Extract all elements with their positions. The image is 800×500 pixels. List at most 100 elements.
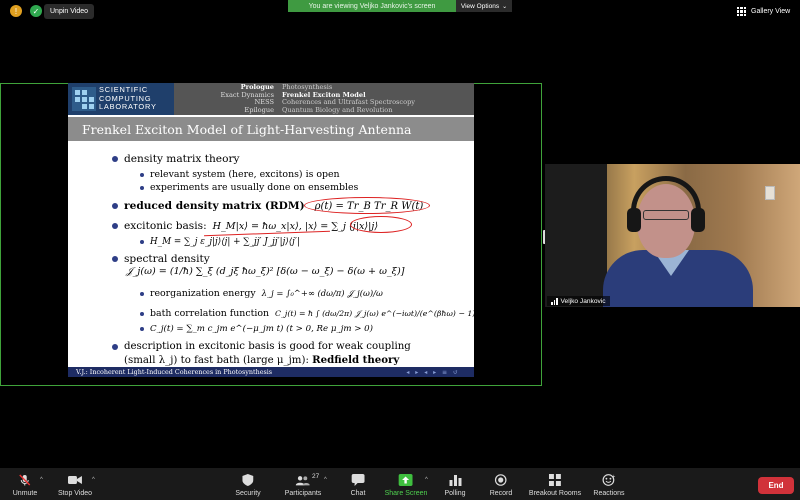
screen-share-banner: You are viewing Veljko Jankovic's screen <box>288 0 456 12</box>
chevron-up-icon[interactable]: ^ <box>92 477 95 483</box>
nav-subsection[interactable]: Quantum Biology and Revolution <box>282 106 415 115</box>
bullet: spectral density <box>112 253 210 265</box>
correlation-formula: C_j(t) = ħ ∫ (dω/2π) 𝒥_j(ω) e^(−iωt)/(e^… <box>275 308 476 318</box>
chevron-up-icon[interactable]: ^ <box>40 477 43 483</box>
video-camera-icon <box>68 474 82 486</box>
logo-line: LABORATORY <box>99 102 157 112</box>
slide-title: Frenkel Exciton Model of Light-Harvestin… <box>68 117 474 141</box>
bullet-text: excitonic basis: <box>124 220 207 232</box>
headphone-cup <box>627 208 641 232</box>
participant-name-tag: Veljko Jankovic <box>547 296 610 306</box>
breakout-rooms-label: Breakout Rooms <box>528 490 582 497</box>
meeting-toolbar: Unmute ^ Stop Video ^ Security 27 Partic… <box>0 468 800 500</box>
end-meeting-button[interactable]: End <box>758 477 794 494</box>
smiley-icon: + <box>602 474 616 486</box>
chevron-up-icon[interactable]: ^ <box>324 477 327 483</box>
share-screen-icon <box>399 474 413 486</box>
stop-video-label: Stop Video <box>57 490 93 497</box>
bullet-continuation: (small λ_j) to fast bath (large μ_jm): R… <box>124 354 399 366</box>
bullet: description in excitonic basis is good f… <box>112 341 411 352</box>
slide-header: SCIENTIFIC COMPUTING LABORATORY Prologue… <box>68 83 474 115</box>
chat-bubble-icon <box>351 474 365 486</box>
sub-bullet: C_j(t) = ∑_m c_jm e^(−μ_jm t) (t > 0, Re… <box>140 324 373 334</box>
breakout-rooms-button[interactable]: Breakout Rooms <box>529 468 581 500</box>
bullet-text: experiments are usually done on ensemble… <box>150 182 359 193</box>
bullet-text: density matrix theory <box>124 153 240 165</box>
bullet-text: reorganization energy <box>150 288 256 299</box>
video-shadow <box>545 164 607 307</box>
annotation-circle <box>304 197 430 214</box>
unmute-label: Unmute <box>12 490 38 497</box>
record-button[interactable]: Record <box>489 468 513 500</box>
slide-body: density matrix theory relevant system (h… <box>68 145 475 366</box>
presentation-slide: SCIENTIFIC COMPUTING LABORATORY Prologue… <box>68 83 475 377</box>
participant-name: Veljko Jankovic <box>560 297 606 305</box>
microphone-muted-icon <box>18 474 32 486</box>
footer-text: V.J.: Incoherent Light-Induced Coherence… <box>76 368 273 376</box>
grid-icon <box>737 7 746 16</box>
security-label: Security <box>235 490 261 497</box>
bullet-text-bold: reduced density matrix (RDM) <box>124 200 305 212</box>
bar-chart-icon <box>448 474 462 486</box>
shield-check-icon[interactable]: ✓ <box>30 5 42 17</box>
breakout-rooms-icon <box>548 474 562 486</box>
record-label: Record <box>489 490 513 497</box>
sub-bullet: bath correlation function C_j(t) = ħ ∫ (… <box>140 308 475 319</box>
security-button[interactable]: Security <box>235 468 261 500</box>
svg-text:+: + <box>612 474 615 480</box>
participants-button[interactable]: 27 Participants <box>285 468 322 500</box>
slide-nav-subsections: Photosynthesis Frenkel Exciton Model Coh… <box>282 83 415 115</box>
stop-video-button[interactable]: Stop Video <box>58 468 92 500</box>
chevron-down-icon: ⌄ <box>502 3 508 10</box>
chevron-up-icon[interactable]: ^ <box>425 477 428 483</box>
slide-nav-sections: Prologue Exact Dynamics NESS Epilogue <box>174 83 282 115</box>
banner-text: You are viewing Veljko Jankovic's screen <box>308 2 436 10</box>
exponential-formula: C_j(t) = ∑_m c_jm e^(−μ_jm t) (t > 0, Re… <box>150 324 374 334</box>
unmute-button[interactable]: Unmute <box>12 468 38 500</box>
audio-level-icon <box>551 297 558 305</box>
participants-icon: 27 <box>295 473 319 486</box>
reactions-button[interactable]: + Reactions <box>593 468 624 500</box>
annotation-circle <box>350 216 412 233</box>
gallery-view-label: Gallery View <box>751 8 791 15</box>
reorganization-formula: λ_j = ∫₀^+∞ (dω/π) 𝒥_j(ω)/ω <box>261 288 383 298</box>
bullet: density matrix theory <box>112 153 240 165</box>
view-options-button[interactable]: View Options ⌄ <box>456 0 512 12</box>
wall-outlet <box>765 186 775 200</box>
unpin-video-button[interactable]: Unpin Video <box>44 4 95 19</box>
polling-button[interactable]: Polling <box>444 468 466 500</box>
participants-count: 27 <box>311 473 320 480</box>
headphone-cup <box>691 208 705 232</box>
hamiltonian-formula: H_M = ∑_j ε_j|j⟩⟨j| + ∑_jj′ J_jj′|j⟩⟨j′| <box>150 237 300 247</box>
bullet-text: (small λ_j) to fast bath (large μ_jm): <box>124 355 309 366</box>
gallery-view-button[interactable]: Gallery View <box>731 4 796 19</box>
chat-button[interactable]: Chat <box>350 468 366 500</box>
share-screen-label: Share Screen <box>384 490 428 497</box>
bullet: excitonic basis: H_M|x⟩ = ħω_x|x⟩, |x⟩ =… <box>112 220 378 232</box>
participant-video-tile[interactable] <box>545 164 800 307</box>
unpin-video-label: Unpin Video <box>50 8 89 15</box>
sub-bullet: experiments are usually done on ensemble… <box>140 182 358 193</box>
participants-label: Participants <box>284 490 322 497</box>
sub-bullet: relevant system (here, excitons) is open <box>140 169 340 180</box>
bullet-text: spectral density <box>124 253 210 265</box>
beamer-nav-icons[interactable]: ◂ ▸ ◂ ▸ ≡ ↺ <box>406 369 460 376</box>
nav-section[interactable]: Epilogue <box>174 106 274 115</box>
logo-text: SCIENTIFIC COMPUTING LABORATORY <box>99 86 157 112</box>
bullet-text: description in excitonic basis is good f… <box>124 341 411 352</box>
end-label: End <box>768 481 784 490</box>
sub-bullet: H_M = ∑_j ε_j|j⟩⟨j| + ∑_jj′ J_jj′|j⟩⟨j′| <box>140 237 300 247</box>
lab-logo: SCIENTIFIC COMPUTING LABORATORY <box>68 83 174 115</box>
slide-footer: V.J.: Incoherent Light-Induced Coherence… <box>68 367 474 377</box>
bullet-text: relevant system (here, excitons) is open <box>150 169 340 180</box>
chat-label: Chat <box>350 490 366 497</box>
info-icon[interactable]: ! <box>10 5 22 17</box>
share-screen-button[interactable]: Share Screen <box>384 468 428 500</box>
polling-label: Polling <box>444 490 466 497</box>
redfield-label: Redfield theory <box>312 354 400 366</box>
logo-mark-icon <box>72 87 96 111</box>
bullet-text: bath correlation function <box>150 308 270 319</box>
view-options-label: View Options <box>460 2 500 10</box>
sub-bullet: reorganization energy λ_j = ∫₀^+∞ (dω/π)… <box>140 288 383 299</box>
top-status-icons: ! ✓ <box>10 5 42 17</box>
